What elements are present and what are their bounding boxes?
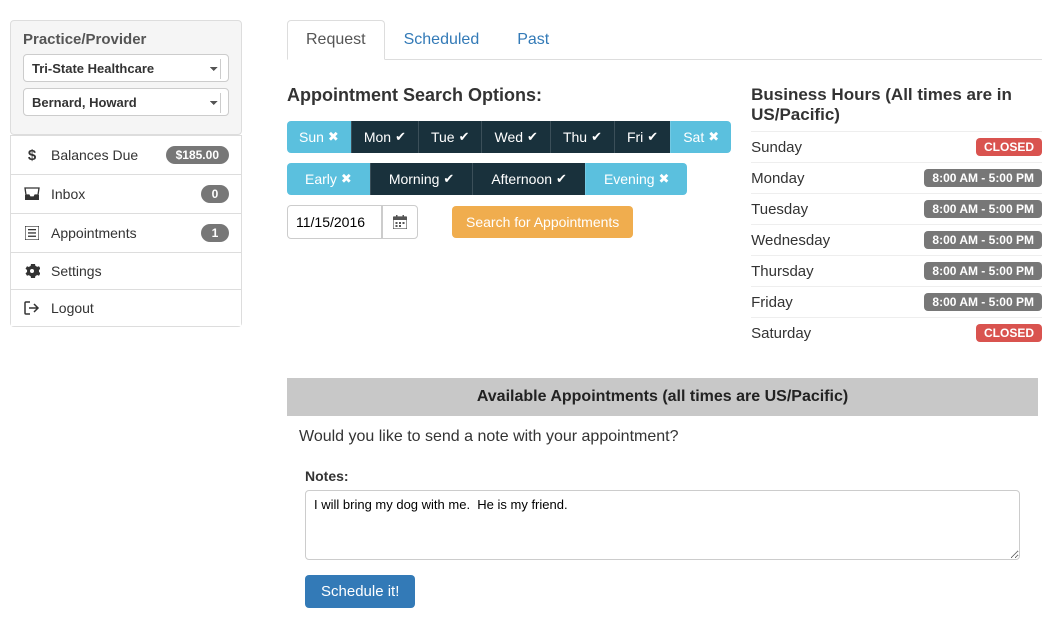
period-toggle-label: Morning [389,171,440,187]
hours-badge: 8:00 AM - 5:00 PM [924,169,1042,187]
business-hours-row: Thursday 8:00 AM - 5:00 PM [751,255,1042,286]
check-icon: ✔ [527,129,538,145]
day-toggle-sat[interactable]: Sat ✖ [670,121,731,153]
x-icon: ✖ [341,171,352,187]
sidebar-item-settings[interactable]: Settings [11,252,241,289]
day-toggle-fri[interactable]: Fri ✔ [614,121,670,153]
x-icon: ✖ [708,129,719,145]
check-icon: ✔ [395,129,406,145]
day-toggle-label: Tue [431,129,455,145]
day-toggle-mon[interactable]: Mon ✔ [351,121,418,153]
sidebar-item-badge: 1 [201,224,229,242]
day-toggle-label: Sun [299,129,324,145]
sidebar-item-badge: 0 [201,185,229,203]
check-icon: ✔ [556,171,567,187]
sidebar-item-appointments[interactable]: Appointments1 [11,213,241,252]
appointment-tabs: Request Scheduled Past [287,20,1042,60]
practice-provider-panel: Practice/Provider Tri-State Healthcare B… [10,20,242,135]
sidebar-item-label: Logout [51,300,229,316]
business-hours-day: Friday [751,294,793,311]
hours-badge: 8:00 AM - 5:00 PM [924,262,1042,280]
sidebar-item-label: Balances Due [51,147,166,163]
calendar-icon [393,215,407,229]
schedule-it-button[interactable]: Schedule it! [305,575,415,608]
sidebar-item-label: Appointments [51,225,201,241]
search-options-heading: Appointment Search Options: [287,85,731,106]
sidebar-item-balances-due[interactable]: $ Balances Due$185.00 [11,135,241,174]
closed-badge: CLOSED [976,138,1042,156]
period-toggle-early[interactable]: Early ✖ [287,163,370,195]
period-toggle-morning[interactable]: Morning ✔ [370,163,473,195]
practice-select[interactable]: Tri-State Healthcare [23,54,229,82]
dollar-icon: $ [23,147,41,163]
business-hours-title: Business Hours (All times are in US/Paci… [751,85,1042,125]
day-toggle-label: Wed [494,129,523,145]
date-input[interactable] [287,205,382,239]
business-hours-day: Thursday [751,263,814,280]
day-toggle-thu[interactable]: Thu ✔ [550,121,614,153]
tab-past[interactable]: Past [498,20,568,60]
business-hours-day: Sunday [751,139,802,156]
gear-icon [23,263,41,279]
search-appointments-button[interactable]: Search for Appointments [452,206,633,238]
day-toggle-label: Sat [683,129,704,145]
hours-badge: 8:00 AM - 5:00 PM [924,293,1042,311]
practice-panel-title: Practice/Provider [23,31,229,48]
period-toggle-label: Evening [604,171,655,187]
x-icon: ✖ [659,171,670,187]
list-icon [23,226,41,240]
sidebar-item-inbox[interactable]: Inbox0 [11,174,241,213]
business-hours-day: Wednesday [751,232,830,249]
hours-badge: 8:00 AM - 5:00 PM [924,200,1042,218]
closed-badge: CLOSED [976,324,1042,342]
period-toggle-evening[interactable]: Evening ✖ [585,163,688,195]
business-hours-row: Tuesday 8:00 AM - 5:00 PM [751,193,1042,224]
period-toggle-label: Early [305,171,337,187]
sidebar-item-label: Inbox [51,186,201,202]
business-hours-row: Sunday CLOSED [751,131,1042,162]
provider-select[interactable]: Bernard, Howard [23,88,229,116]
day-toggle-sun[interactable]: Sun ✖ [287,121,351,153]
check-icon: ✔ [459,129,470,145]
x-icon: ✖ [328,129,339,145]
notes-textarea[interactable] [305,490,1020,560]
day-toggle-label: Fri [627,129,643,145]
business-hours-row: Monday 8:00 AM - 5:00 PM [751,162,1042,193]
business-hours-day: Saturday [751,325,811,342]
business-hours-row: Wednesday 8:00 AM - 5:00 PM [751,224,1042,255]
business-hours-day: Tuesday [751,201,808,218]
sidebar-item-label: Settings [51,263,229,279]
sidebar-item-logout[interactable]: Logout [11,289,241,326]
notes-label: Notes: [305,468,1042,484]
period-toggle-afternoon[interactable]: Afternoon ✔ [472,163,585,195]
business-hours-day: Monday [751,170,804,187]
logout-icon [23,301,41,315]
business-hours-row: Saturday CLOSED [751,317,1042,348]
day-toggle-label: Mon [364,129,391,145]
period-toggle-group: Early ✖Morning ✔Afternoon ✔Evening ✖ [287,163,687,195]
tab-scheduled[interactable]: Scheduled [385,20,499,60]
business-hours-row: Friday 8:00 AM - 5:00 PM [751,286,1042,317]
day-toggle-group: Sun ✖Mon ✔Tue ✔Wed ✔Thu ✔Fri ✔Sat ✖ [287,121,731,153]
check-icon: ✔ [443,171,454,187]
day-toggle-wed[interactable]: Wed ✔ [481,121,549,153]
day-toggle-tue[interactable]: Tue ✔ [418,121,482,153]
tab-request[interactable]: Request [287,20,385,60]
check-icon: ✔ [647,129,658,145]
check-icon: ✔ [591,129,602,145]
hours-badge: 8:00 AM - 5:00 PM [924,231,1042,249]
sidebar-item-badge: $185.00 [166,146,229,164]
available-appointments-header: Available Appointments (all times are US… [287,378,1038,416]
calendar-button[interactable] [382,205,418,239]
inbox-icon [23,187,41,201]
period-toggle-label: Afternoon [491,171,552,187]
note-question: Would you like to send a note with your … [299,428,1042,446]
day-toggle-label: Thu [563,129,587,145]
svg-text:$: $ [28,147,37,163]
